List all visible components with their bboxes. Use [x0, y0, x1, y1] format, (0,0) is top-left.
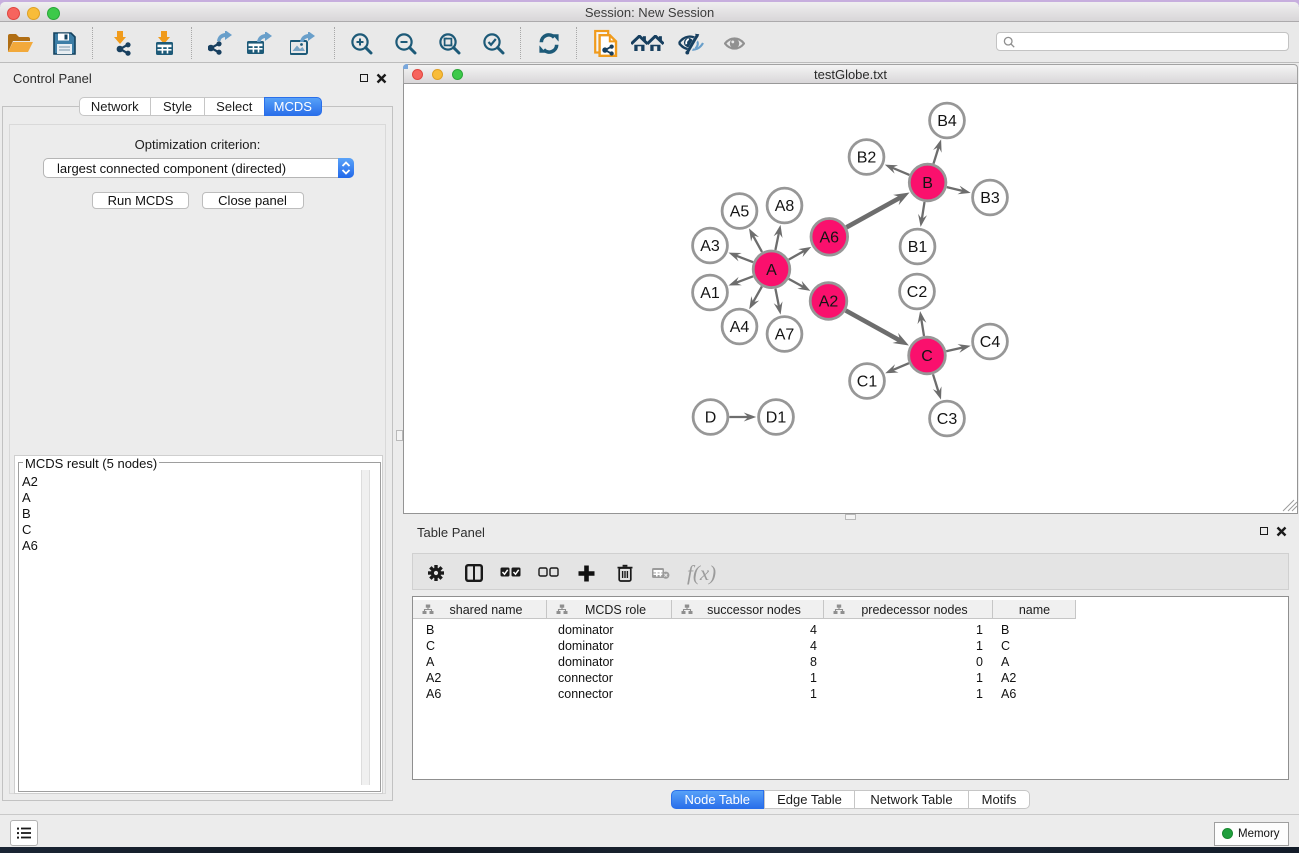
svg-text:A8: A8 [775, 198, 795, 215]
svg-text:D1: D1 [766, 410, 787, 427]
svg-text:C4: C4 [980, 334, 1001, 351]
svg-text:B2: B2 [857, 150, 877, 167]
svg-text:C3: C3 [937, 411, 958, 428]
svg-text:A: A [766, 262, 777, 279]
svg-text:A6: A6 [820, 229, 840, 246]
svg-text:B4: B4 [937, 113, 957, 130]
svg-text:A4: A4 [730, 319, 750, 336]
svg-text:A2: A2 [819, 294, 839, 311]
svg-text:B1: B1 [908, 239, 928, 256]
svg-text:A1: A1 [700, 285, 720, 302]
svg-text:A7: A7 [775, 327, 795, 344]
svg-text:C1: C1 [857, 374, 878, 391]
svg-text:B: B [922, 175, 933, 192]
svg-text:C: C [921, 348, 933, 365]
svg-text:D: D [705, 410, 717, 427]
svg-text:A5: A5 [730, 204, 750, 221]
svg-text:C2: C2 [907, 284, 928, 301]
svg-text:A3: A3 [700, 238, 720, 255]
svg-text:B3: B3 [980, 190, 1000, 207]
